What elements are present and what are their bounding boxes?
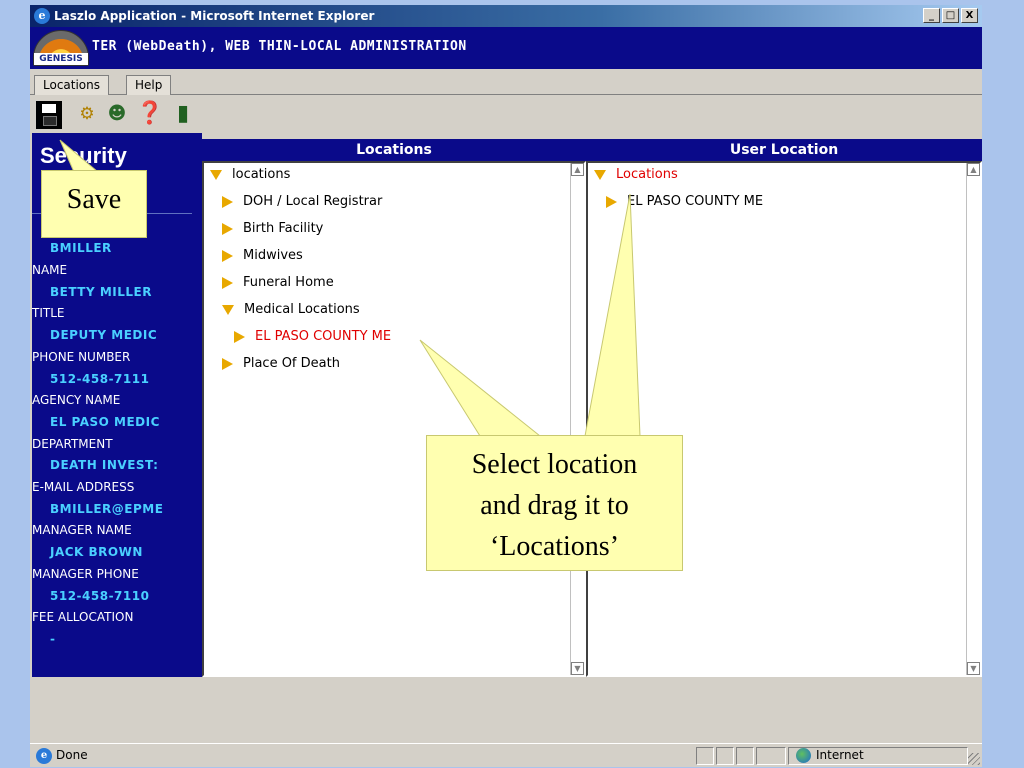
field-value-email: BMILLER@EPME [50,502,164,516]
collapsed-arrow-icon[interactable] [606,195,617,208]
field-value-fee-allocation: - [50,632,56,646]
field-label-email: E-MAIL ADDRESS [32,480,135,494]
tree-item-place-of-death[interactable]: Place Of Death [222,356,340,371]
scroll-up-icon[interactable]: ▲ [571,163,584,176]
help-book-icon[interactable]: ❓ [136,99,163,129]
collapsed-arrow-icon[interactable] [222,195,233,208]
field-label-title: TITLE [32,306,65,320]
browser-window: e Laszlo Application - Microsoft Interne… [30,5,982,767]
callout-line: Select location [471,449,638,480]
maximize-button[interactable]: □ [942,8,959,23]
field-value-agency: EL PASO MEDIC [50,415,160,429]
window-titlebar[interactable]: e Laszlo Application - Microsoft Interne… [30,5,982,27]
logo-text: GENESIS [34,53,88,65]
tree-root-locations[interactable]: locations [210,167,290,182]
field-label-name: NAME [32,263,68,277]
field-label-phone: PHONE NUMBER [32,350,131,364]
scroll-down-icon[interactable]: ▼ [571,662,584,675]
tree-item-midwives[interactable]: Midwives [222,248,303,263]
internet-zone-icon [796,748,811,763]
window-title: Laszlo Application - Microsoft Internet … [54,9,375,23]
field-value-manager-name: JACK BROWN [50,545,143,559]
tree-item-funeral-home[interactable]: Funeral Home [222,275,334,290]
locations-scrollbar[interactable]: ▲ ▼ [570,163,584,675]
resize-grip-icon[interactable] [968,753,980,765]
exit-door-icon[interactable]: ▮ [170,99,196,129]
user-icon[interactable]: ☻ [104,99,130,129]
expanded-arrow-icon[interactable] [210,169,222,180]
page-status-icon: e [36,748,52,764]
save-callout: Save [41,170,147,238]
app-header: GENESIS TER (WebDeath), WEB THIN-LOCAL A… [30,27,982,69]
user-location-scrollbar[interactable]: ▲ ▼ [966,163,980,675]
menu-help[interactable]: Help [126,75,172,96]
status-bar: e Done Internet [30,743,982,767]
collapsed-arrow-icon[interactable] [222,249,233,262]
tree-item-doh[interactable]: DOH / Local Registrar [222,194,382,209]
scroll-down-icon[interactable]: ▼ [967,662,980,675]
menu-locations[interactable]: Locations [34,75,110,96]
tree-item-birth-facility[interactable]: Birth Facility [222,221,323,236]
collapsed-arrow-icon[interactable] [222,222,233,235]
field-value-manager-phone: 512-458-7110 [50,589,150,603]
status-text: Done [56,748,88,762]
field-value-title: DEPUTY MEDIC [50,328,158,342]
status-cell [736,747,754,765]
field-value-name: BETTY MILLER [50,285,152,299]
expanded-arrow-icon[interactable] [222,304,234,315]
internet-explorer-icon: e [34,8,50,24]
field-value-userid: BMILLER [50,241,112,255]
user-location-tree[interactable]: Locations EL PASO COUNTY ME ▲ ▼ [586,161,982,677]
field-label-agency: AGENCY NAME [32,393,121,407]
callout-line: ‘Locations’ [489,531,620,562]
tree-item-user-el-paso-county-me[interactable]: EL PASO COUNTY ME [606,194,763,209]
tree-item-el-paso-county-me[interactable]: EL PASO COUNTY ME [234,329,391,344]
tree-root-user-locations[interactable]: Locations [594,167,678,182]
minimize-button[interactable]: _ [923,8,940,23]
status-cell [696,747,714,765]
app-title: TER (WebDeath), WEB THIN-LOCAL ADMINISTR… [92,39,467,54]
genesis-logo: GENESIS [33,30,89,66]
status-cell [716,747,734,765]
zone-cell [788,747,968,765]
scroll-up-icon[interactable]: ▲ [967,163,980,176]
field-label-fee-allocation: FEE ALLOCATION [32,610,134,624]
save-icon[interactable] [36,101,62,129]
sidebar-title: Security [40,143,127,168]
field-label-manager-name: MANAGER NAME [32,523,132,537]
locations-panel-heading: Locations [202,139,586,161]
menu-bar: Locations Help [30,69,982,96]
expanded-arrow-icon[interactable] [594,169,606,180]
window-controls: _ □ X [923,8,978,23]
locations-tree[interactable]: locations DOH / Local Registrar Birth Fa… [202,161,586,677]
status-cell [756,747,786,765]
field-label-department: DEPARTMENT [32,437,113,451]
zone-text: Internet [816,748,864,762]
field-label-manager-phone: MANAGER PHONE [32,567,139,581]
collapsed-arrow-icon[interactable] [222,357,233,370]
callout-line: and drag it to [480,490,629,521]
field-value-phone: 512-458-7111 [50,372,150,386]
settings-icon[interactable]: ⚙ [74,99,100,129]
field-value-department: DEATH INVEST: [50,458,159,472]
tree-item-medical-locations[interactable]: Medical Locations [222,302,360,317]
drag-instruction-callout: Select location and drag it to ‘Location… [426,435,683,571]
toolbar: ⚙ ☻ ❓ ▮ [30,95,982,133]
close-button[interactable]: X [961,8,978,23]
collapsed-arrow-icon[interactable] [234,330,245,343]
collapsed-arrow-icon[interactable] [222,276,233,289]
user-location-panel-heading: User Location [586,139,982,161]
